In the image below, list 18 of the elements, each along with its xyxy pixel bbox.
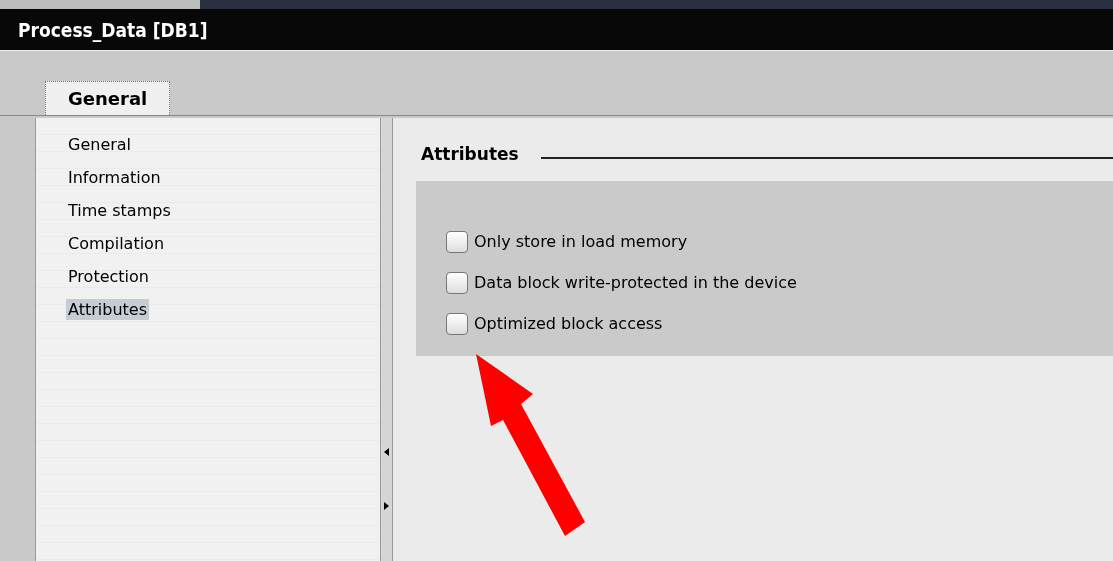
section-title: Attributes xyxy=(421,144,519,164)
sidebar-item[interactable]: Information xyxy=(66,167,163,188)
checkbox[interactable] xyxy=(446,230,468,253)
collapse-left-icon[interactable] xyxy=(384,448,389,456)
tab[interactable]: General xyxy=(45,81,171,115)
sidebar-item[interactable]: General xyxy=(66,134,134,155)
checkbox-label: Only store in load memory xyxy=(474,232,688,251)
sidebar-item[interactable]: Protection xyxy=(66,266,151,287)
expand-right-icon[interactable] xyxy=(384,502,389,510)
pointer-arrow-icon xyxy=(476,354,585,536)
checkbox[interactable] xyxy=(446,312,468,335)
checkbox[interactable] xyxy=(446,271,468,294)
sidebar-item[interactable]: Time stamps xyxy=(66,200,173,221)
checkbox-label: Optimized block access xyxy=(474,314,663,333)
checkbox-label: Data block write-protected in the device xyxy=(474,273,797,292)
window-title: Process_Data [DB1] xyxy=(18,18,208,41)
sidebar-item[interactable]: Attributes xyxy=(66,299,149,320)
sidebar-item[interactable]: Compilation xyxy=(66,233,167,254)
